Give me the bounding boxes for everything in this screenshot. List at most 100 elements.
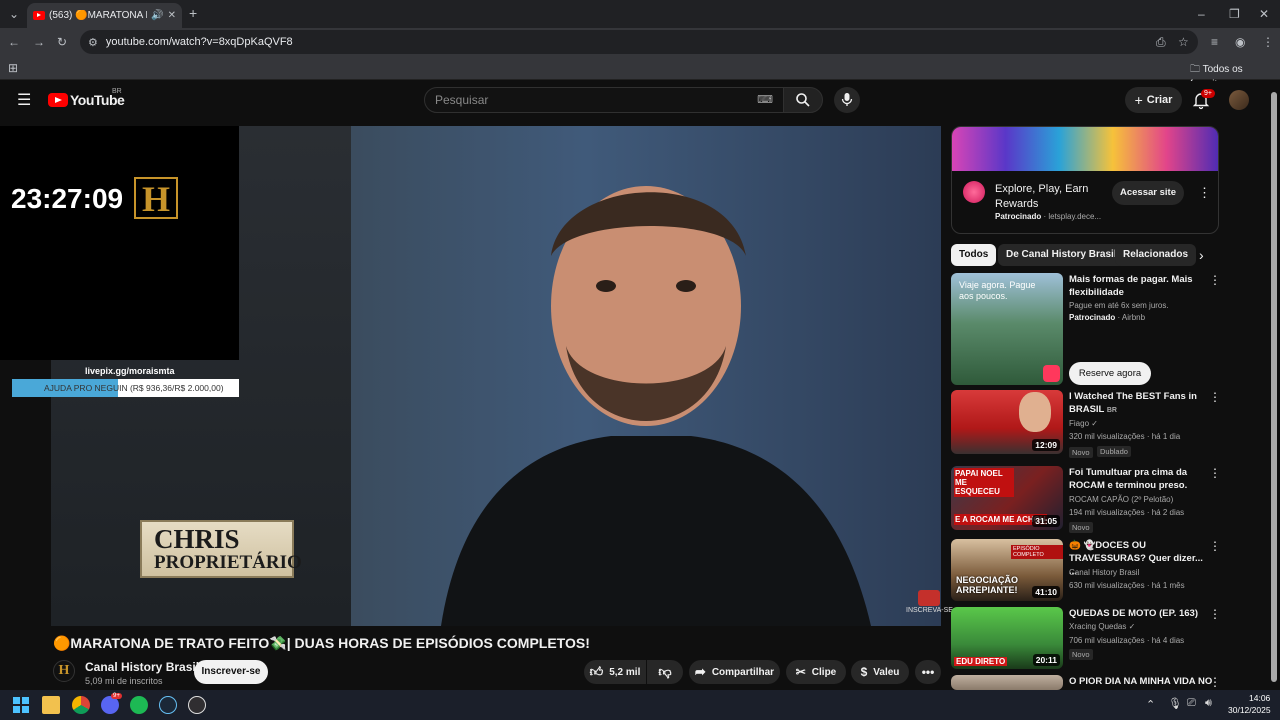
close-window-icon[interactable]: ✕ [1259,8,1269,20]
rec-menu-kebab-icon[interactable]: ⋮ [1209,607,1221,621]
taskbar-clock-date[interactable]: 30/12/2025 [1228,705,1271,715]
reload-icon[interactable]: ↻ [57,36,67,48]
ad-menu-kebab-icon[interactable]: ⋮ [1198,185,1211,201]
minimize-icon[interactable]: – [1198,8,1205,20]
thumb-overlay-text: EDU DIRETO [954,657,1008,666]
list-item[interactable]: O PIOR DIA NA MINHA VIDA NO ⋮ [951,675,1219,690]
like-button[interactable]: 👍︎ 5,2 mil [584,660,646,684]
recommendation-channel: Xracing Quedas ✓ [1069,622,1136,631]
clip-button[interactable]: ✂ Clipe [786,660,846,684]
site-info-icon[interactable]: ⚙ [88,36,98,49]
sponsored-ad-card[interactable]: Explore, Play, Earn Rewards Patrocinado … [951,126,1219,234]
chips-next-chevron-icon[interactable]: › [1199,247,1204,263]
video-duration: 41:10 [1032,586,1060,598]
video-duration: 31:05 [1032,515,1060,527]
rec-menu-kebab-icon[interactable]: ⋮ [1209,675,1219,689]
close-tab-icon[interactable]: ✕ [168,10,176,21]
rec-menu-kebab-icon[interactable]: ⋮ [1209,390,1221,404]
volume-icon[interactable]: 🔊︎ [1205,697,1212,710]
chip-from-channel[interactable]: De Canal History Brasil [998,244,1125,266]
apps-grid-icon[interactable]: ⊞ [8,62,18,74]
scissors-icon: ✂ [795,665,806,679]
obs-icon[interactable] [188,696,206,714]
browser-tab-active[interactable]: (563) 🟠MARATONA DE TRATO 🔊 ✕ [27,3,182,28]
subscriber-count: 5,09 mi de inscritos [85,676,163,686]
subscribe-button[interactable]: Inscrever-se [194,660,268,684]
thumb-overlay-text: NEGOCIAÇÃO ARREPIANTE! [956,575,1019,595]
browser-tab-strip: ⌄ (563) 🟠MARATONA DE TRATO 🔊 ✕ + – ❐ ✕ [0,0,1280,28]
rec-menu-kebab-icon[interactable]: ⋮ [1209,466,1221,480]
ad-title: Explore, Play, Earn Rewards [995,183,1089,210]
like-count: 5,2 mil [609,666,641,678]
menu-kebab-icon[interactable]: ⋮ [1262,36,1274,48]
reserve-now-button[interactable]: Reserve agora [1069,362,1151,385]
notification-count-badge: 9+ [1201,89,1215,98]
chrome-icon[interactable] [72,696,90,714]
url-text: youtube.com/watch?v=8xqDpKaQVF8 [105,36,293,48]
list-item-sponsored[interactable]: Viaje agora. Pague aos poucos. Mais form… [951,273,1221,385]
rec-title-text: I Watched The BEST Fans in BRASIL [1069,391,1197,415]
recommendation-title: I Watched The BEST Fans in BRASIL BR [1069,390,1204,417]
media-controls-icon[interactable]: ≡ [1211,36,1218,48]
subscribe-watermark[interactable]: INSCREVA-SE [906,590,953,614]
voice-search-button[interactable] [834,87,860,113]
network-icon[interactable]: ⎚ [1187,697,1196,710]
rec-menu-kebab-icon[interactable]: ⋮ [1209,273,1221,287]
recommendation-title: QUEDAS DE MOTO (EP. 163) [1069,608,1198,619]
thumb-overlay-text: PAPAI NOEL ME ESQUECEU [954,468,1014,497]
keyboard-icon[interactable]: ⌨ [757,88,773,112]
spotify-icon[interactable] [130,696,148,714]
new-tab-icon[interactable]: + [189,6,197,20]
list-item[interactable]: PAPAI NOEL ME ESQUECEU E A ROCAM ME ACHO… [951,466,1221,533]
channel-avatar[interactable]: H [53,660,75,682]
chip-related[interactable]: Relacionados [1115,244,1197,266]
tab-search-icon[interactable]: ⌄ [9,8,19,20]
chip-all[interactable]: Todos [951,244,997,266]
forward-icon[interactable]: → [33,36,45,48]
ad-visit-site-button[interactable]: Acessar site [1112,181,1184,205]
share-button[interactable]: ➦ Compartilhar [689,660,780,684]
list-item[interactable]: 12:09 I Watched The BEST Fans in BRASIL … [951,390,1221,458]
share-label: Compartilhar [711,666,775,678]
channel-name[interactable]: Canal History Brasil [85,660,199,674]
list-item[interactable]: EPISÓDIO COMPLETO NEGOCIAÇÃO ARREPIANTE!… [951,539,1221,601]
profile-icon[interactable]: ◉ [1235,36,1245,48]
windows-start-icon[interactable] [13,697,29,713]
bookmark-star-icon[interactable]: ☆ [1178,36,1189,48]
donation-text: AJUDA PRO NEGUIN (R$ 936,36/R$ 2.000,00) [44,383,224,393]
create-button[interactable]: + Criar [1125,87,1182,113]
dislike-button[interactable]: 👎︎ [647,660,683,684]
steam-icon[interactable] [159,696,177,714]
recommendation-channel: Fiago ✓ [1069,419,1098,428]
rec-title-suffix: BR [1106,407,1117,414]
taskbar-clock-time[interactable]: 14:06 [1249,693,1270,703]
thumbs-down-icon: 👎︎ [658,664,672,679]
search-button[interactable] [783,87,823,113]
speaker-icon[interactable]: 🔊 [151,10,163,21]
hamburger-menu-icon[interactable]: ☰ [17,90,31,110]
user-avatar[interactable] [1229,90,1249,110]
thumb-face [1019,392,1051,432]
system-tray-chevron-icon[interactable]: ⌃ [1146,698,1155,711]
thumb-overlay-text: Viaje agora. Pague aos poucos. [959,280,1036,301]
lower-third-role: PROPRIETÁRIO [154,552,302,573]
microphone-tray-icon[interactable]: 🎙︎ [1168,697,1182,710]
microphone-icon [841,93,853,106]
recommendation-title: O PIOR DIA NA MINHA VIDA NO [1069,676,1213,687]
back-icon[interactable]: ← [8,36,20,48]
recommendation-thumbnail: PAPAI NOEL ME ESQUECEU E A ROCAM ME ACHO… [951,466,1063,530]
youtube-logo[interactable]: YouTube BR [48,88,125,108]
bookmarks-bar: ⊞ 🗀 Todos os favoritos [0,56,1280,90]
rec-menu-kebab-icon[interactable]: ⋮ [1209,539,1221,553]
more-actions-button[interactable]: ••• [915,660,941,684]
donation-progress-bar: AJUDA PRO NEGUIN (R$ 936,36/R$ 2.000,00) [12,379,239,397]
thanks-button[interactable]: $ Valeu [851,660,909,684]
restore-icon[interactable]: ❐ [1229,8,1240,20]
install-app-icon[interactable]: ⎙ [1156,36,1166,48]
address-bar[interactable]: ⚙ youtube.com/watch?v=8xqDpKaQVF8 [80,30,1198,54]
file-explorer-icon[interactable] [42,696,60,714]
overlay-clock: 23:27:09 [11,183,124,214]
page-scrollbar-thumb[interactable] [1271,92,1277,682]
search-input[interactable]: Pesquisar ⌨ [424,87,784,113]
list-item[interactable]: EDU DIRETO 20:11 QUEDAS DE MOTO (EP. 163… [951,607,1221,669]
